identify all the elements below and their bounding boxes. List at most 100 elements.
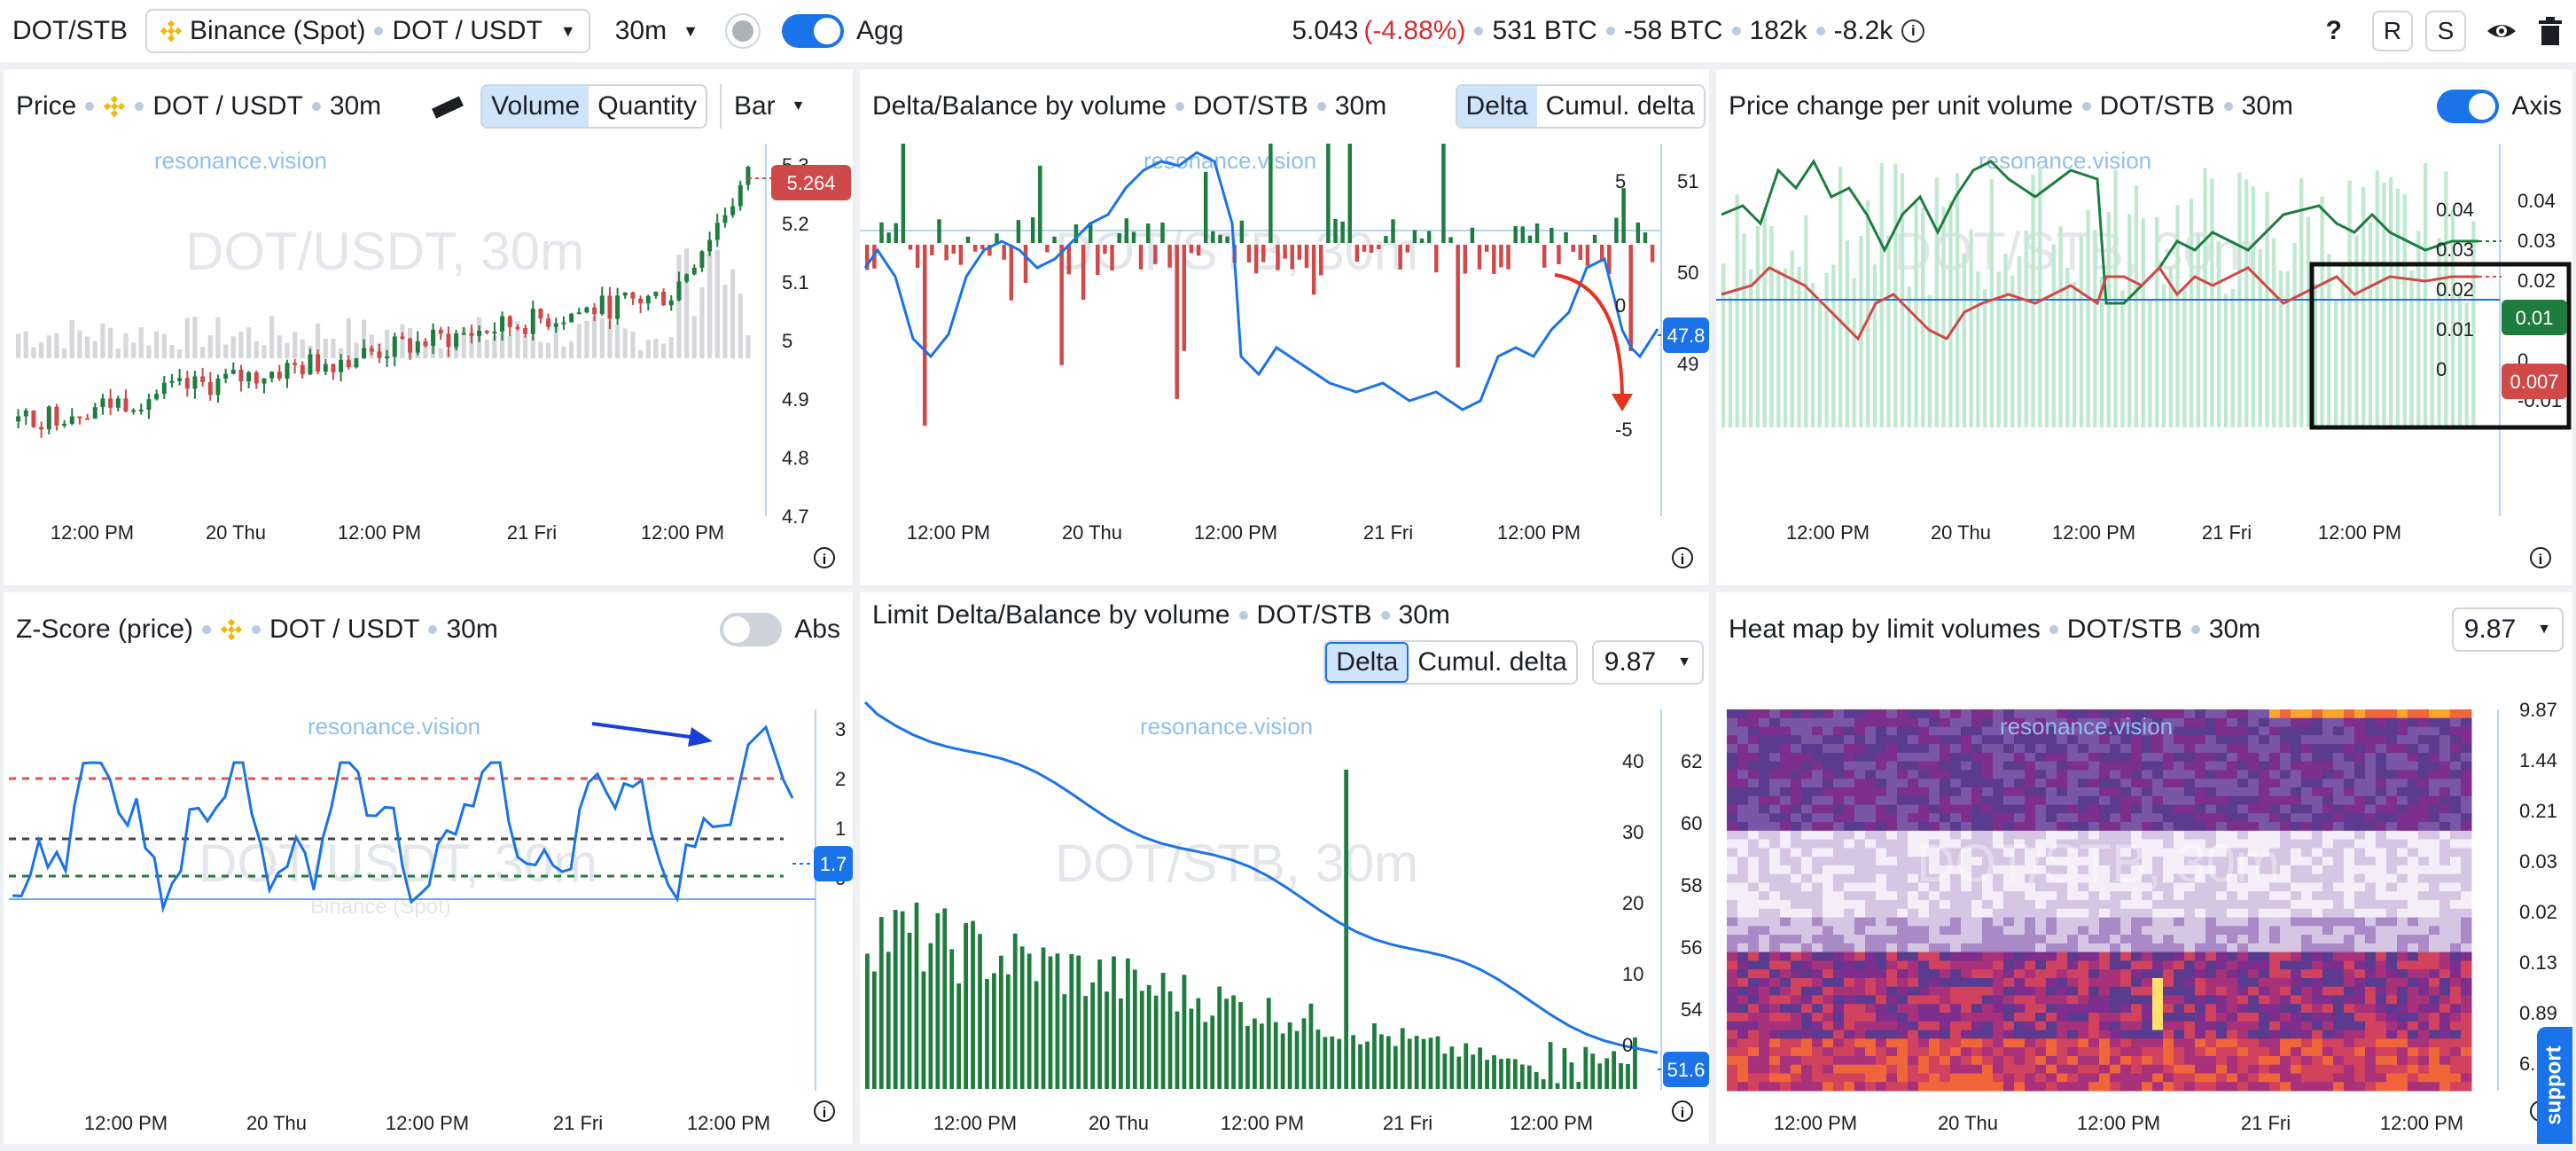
chevron-down-icon: ▼ [791, 98, 806, 114]
heat-cell [2291, 709, 2302, 719]
trash-icon[interactable] [2537, 16, 2564, 46]
limit-bar [1294, 1030, 1300, 1089]
heat-cell [2057, 1082, 2068, 1092]
limit-delta-mode-toggle[interactable]: Delta Cumul. delta [1323, 640, 1578, 685]
delta-option[interactable]: Delta [1325, 642, 1409, 683]
delta-mode-toggle[interactable]: Delta Cumul. delta [1455, 84, 1706, 129]
heat-cell [1812, 969, 1823, 979]
heat-cell [2365, 787, 2377, 797]
heat-cell [2365, 1047, 2377, 1057]
delta-bar [1009, 245, 1014, 301]
heat-cell [1950, 735, 1962, 745]
heat-cell [1812, 830, 1823, 841]
heat-cell [2322, 960, 2334, 970]
cumul-delta-option[interactable]: Cumul. delta [1409, 642, 1575, 683]
heat-cell [2067, 761, 2079, 771]
heat-cell [2227, 943, 2238, 953]
heat-cell [2386, 882, 2398, 892]
abs-toggle[interactable] [720, 613, 783, 646]
heat-cell [2195, 1064, 2206, 1074]
interval-selector[interactable]: 30m ▼ [615, 16, 699, 46]
heat-cell [2131, 969, 2143, 979]
s-button[interactable]: S [2425, 11, 2466, 51]
r-button[interactable]: R [2372, 11, 2413, 51]
depth-selector[interactable]: 9.87 ▼ [2451, 607, 2564, 652]
axis-toggle[interactable] [2437, 90, 2500, 123]
heat-cell [2227, 795, 2238, 805]
limit-bar [1287, 1022, 1292, 1089]
heat-cell [1769, 951, 1781, 961]
volume-option[interactable]: Volume [482, 86, 589, 127]
cumul-delta-option[interactable]: Cumul. delta [1537, 86, 1704, 127]
heat-cell [2248, 960, 2260, 970]
heat-cell [1865, 1013, 1877, 1022]
heat-cell [2322, 943, 2334, 953]
heat-cell [2014, 977, 2026, 988]
heat-cell [1812, 1004, 1823, 1014]
candle-body [39, 427, 44, 430]
heat-cell [2014, 779, 2026, 788]
heat-cell [1844, 917, 1855, 927]
heat-cell [2376, 969, 2387, 979]
support-button[interactable]: support [2537, 1027, 2572, 1144]
heat-cell [1876, 839, 1887, 849]
record-button[interactable] [724, 13, 761, 49]
quantity-option[interactable]: Quantity [589, 86, 706, 127]
heat-cell [2291, 857, 2302, 866]
volume-bar [277, 335, 282, 358]
heat-cell [1748, 1064, 1760, 1074]
candle-body [123, 398, 129, 411]
volume-bar [62, 348, 67, 358]
delta-bar [1492, 245, 1496, 274]
chart-type-selector[interactable]: Bar [734, 91, 776, 121]
volume-bar [2457, 293, 2462, 427]
heat-cell [2195, 908, 2206, 919]
heat-cell [1833, 770, 1845, 779]
help-button[interactable]: ? [2326, 16, 2342, 46]
heat-cell [1727, 882, 1738, 892]
depth-selector[interactable]: 9.87 ▼ [1591, 640, 1704, 685]
heat-cell [1748, 744, 1760, 754]
heat-cell [2280, 977, 2291, 988]
delta-bar [1167, 245, 1172, 268]
heat-cell [1908, 1004, 1919, 1014]
heat-cell [2003, 951, 2015, 961]
delta-bar [1160, 222, 1165, 243]
heat-cell [2195, 1021, 2206, 1031]
heat-cell [2439, 1073, 2451, 1083]
heat-cell [2312, 865, 2323, 875]
volume-bar [2368, 222, 2373, 427]
delta-bar [1059, 245, 1064, 365]
heat-cell [1823, 726, 1834, 736]
volume-quantity-toggle[interactable]: Volume Quantity [480, 84, 707, 129]
heat-cell [1886, 917, 1898, 927]
heat-cell [1961, 926, 1972, 936]
delta-option[interactable]: Delta [1456, 86, 1537, 127]
heat-cell [1865, 735, 1877, 745]
ruler-icon[interactable] [431, 93, 464, 120]
heat-cell [1812, 926, 1823, 936]
heat-cell [2376, 709, 2387, 719]
heat-cell [2429, 951, 2440, 961]
heat-cell [2322, 873, 2334, 883]
heat-cell [2110, 1030, 2121, 1039]
agg-toggle[interactable] [781, 14, 844, 48]
heat-cell [2259, 1004, 2270, 1014]
heat-cell [2333, 882, 2345, 892]
heat-cell [2057, 744, 2068, 754]
candle-body [530, 309, 535, 334]
heat-cell [1791, 1047, 1802, 1057]
heat-cell [1812, 960, 1823, 970]
heat-cell [2259, 1030, 2270, 1039]
delta-bar [1218, 234, 1222, 243]
heat-cell [1950, 951, 1962, 961]
eye-icon[interactable] [2486, 15, 2517, 47]
candle-body [69, 416, 74, 424]
candle-body [722, 215, 728, 223]
delta-bar [1189, 245, 1194, 254]
exchange-symbol-selector[interactable]: Binance (Spot) DOT / USDT ▼ [145, 9, 590, 53]
info-icon[interactable]: i [1901, 20, 1925, 43]
heat-cell [2365, 977, 2377, 988]
heat-cell [1769, 1047, 1781, 1057]
heat-cell [2333, 865, 2345, 875]
